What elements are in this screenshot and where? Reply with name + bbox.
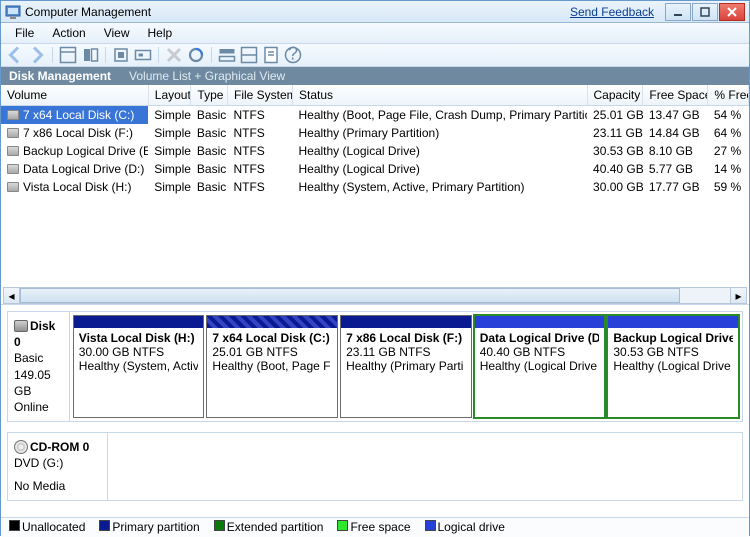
scroll-left-icon[interactable]: ◂ [3, 287, 20, 304]
toolbar-btn-7[interactable] [217, 45, 237, 65]
cdrom-body [108, 433, 742, 500]
volume-icon [7, 182, 19, 192]
col-layout[interactable]: Layout [148, 85, 191, 106]
back-button[interactable] [5, 45, 25, 65]
scroll-track[interactable] [20, 287, 730, 304]
disk-icon [14, 320, 28, 332]
cdrom-icon [14, 440, 28, 454]
volume-list: Volume Layout Type File System Status Ca… [1, 85, 749, 305]
menu-view[interactable]: View [96, 24, 138, 42]
toolbar-btn-6[interactable] [186, 45, 206, 65]
toolbar-btn-8[interactable] [239, 45, 259, 65]
volume-row[interactable]: Backup Logical Drive (E:) SimpleBasicNTF… [1, 142, 749, 160]
disk-row[interactable]: Disk 0 Basic 149.05 GB Online Vista Loca… [7, 311, 743, 422]
svg-text:?: ? [288, 46, 298, 64]
column-headers[interactable]: Volume Layout Type File System Status Ca… [1, 85, 749, 106]
window-title: Computer Management [25, 5, 151, 19]
horizontal-scrollbar[interactable]: ◂ ▸ [3, 287, 747, 304]
app-icon [5, 4, 21, 20]
cdrom-row[interactable]: CD-ROM 0 DVD (G:) No Media [7, 432, 743, 501]
scroll-thumb[interactable] [20, 288, 680, 303]
volume-icon [7, 146, 19, 156]
col-type[interactable]: Type [191, 85, 228, 106]
viewbar: Disk Management Volume List + Graphical … [1, 67, 749, 85]
toolbar-btn-5[interactable] [164, 45, 184, 65]
col-status[interactable]: Status [292, 85, 587, 106]
volume-icon [7, 128, 19, 138]
toolbar-btn-1[interactable] [58, 45, 78, 65]
volume-row[interactable]: Data Logical Drive (D:) SimpleBasicNTFSH… [1, 160, 749, 178]
disk-info: Disk 0 Basic 149.05 GB Online [8, 312, 70, 421]
maximize-button[interactable] [692, 3, 718, 21]
volume-row[interactable]: Vista Local Disk (H:) SimpleBasicNTFSHea… [1, 178, 749, 196]
legend-swatch-unallocated [9, 520, 20, 531]
legend-swatch-extended [214, 520, 225, 531]
menu-action[interactable]: Action [44, 24, 93, 42]
toolbar: ? [1, 44, 749, 67]
legend-swatch-freespace [337, 520, 348, 531]
partitions: Vista Local Disk (H:)30.00 GB NTFSHealth… [70, 312, 742, 421]
volume-row[interactable]: 7 x86 Local Disk (F:) SimpleBasicNTFSHea… [1, 124, 749, 142]
menu-file[interactable]: File [7, 24, 42, 42]
col-volume[interactable]: Volume [1, 85, 148, 106]
legend: Unallocated Primary partition Extended p… [1, 517, 749, 537]
viewbar-subtitle: Volume List + Graphical View [129, 69, 285, 83]
cdrom-info: CD-ROM 0 DVD (G:) No Media [8, 433, 108, 500]
partition[interactable]: 7 x64 Local Disk (C:)25.01 GB NTFSHealth… [206, 315, 338, 418]
refresh-button[interactable] [111, 45, 131, 65]
volume-row[interactable]: 7 x64 Local Disk (C:) SimpleBasicNTFSHea… [1, 106, 749, 125]
col-capacity[interactable]: Capacity [587, 85, 643, 106]
properties-button[interactable] [261, 45, 281, 65]
send-feedback-link[interactable]: Send Feedback [570, 5, 654, 19]
graphical-view: Disk 0 Basic 149.05 GB Online Vista Loca… [1, 305, 749, 517]
help-button[interactable]: ? [283, 45, 303, 65]
menubar: File Action View Help [1, 23, 749, 44]
legend-swatch-primary [99, 520, 110, 531]
partition[interactable]: Backup Logical Drive30.53 GB NTFSHealthy… [607, 315, 739, 418]
partition[interactable]: Vista Local Disk (H:)30.00 GB NTFSHealth… [73, 315, 205, 418]
legend-swatch-logical [425, 520, 436, 531]
volume-icon [7, 110, 19, 120]
volume-icon [7, 164, 19, 174]
partition[interactable]: Data Logical Drive (D40.40 GB NTFSHealth… [474, 315, 606, 418]
forward-button[interactable] [27, 45, 47, 65]
close-button[interactable] [719, 3, 745, 21]
col-pctfree[interactable]: % Free [708, 85, 749, 106]
toolbar-btn-2[interactable] [80, 45, 100, 65]
col-freespace[interactable]: Free Space [643, 85, 708, 106]
titlebar: Computer Management Send Feedback [1, 1, 749, 23]
menu-help[interactable]: Help [140, 24, 181, 42]
minimize-button[interactable] [665, 3, 691, 21]
partition[interactable]: 7 x86 Local Disk (F:)23.11 GB NTFSHealth… [340, 315, 472, 418]
toolbar-btn-4[interactable] [133, 45, 153, 65]
viewbar-title: Disk Management [9, 69, 111, 83]
scroll-right-icon[interactable]: ▸ [730, 287, 747, 304]
col-filesystem[interactable]: File System [227, 85, 292, 106]
